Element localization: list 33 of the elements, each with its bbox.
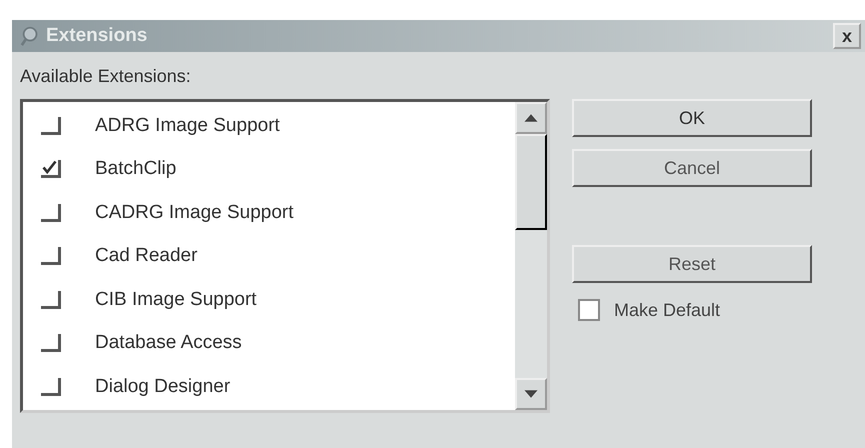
list-label: Available Extensions:	[20, 66, 192, 87]
close-button[interactable]: x	[833, 23, 861, 49]
scroll-down-icon[interactable]	[515, 378, 547, 410]
checkbox-icon[interactable]	[41, 247, 61, 266]
extension-name: Dialog Designer	[95, 376, 230, 398]
checkbox-icon[interactable]	[41, 378, 61, 396]
scroll-thumb[interactable]	[515, 134, 547, 230]
extension-name: Database Access	[95, 332, 242, 354]
dialog-button[interactable]: OK	[572, 99, 812, 137]
extension-item[interactable]: BatchClip	[41, 148, 515, 191]
checkbox[interactable]	[578, 299, 600, 321]
checkbox-icon[interactable]	[41, 204, 61, 222]
checkmark-icon[interactable]	[41, 160, 61, 178]
dialog-button[interactable]: Cancel	[572, 149, 812, 187]
extension-item[interactable]: Cad Reader	[41, 234, 515, 278]
extension-item[interactable]: CIB Image Support	[41, 278, 515, 322]
window-title: Extensions	[46, 25, 148, 47]
checkbox-icon[interactable]	[41, 116, 61, 135]
scrollbar[interactable]	[515, 102, 547, 410]
extension-name: CADRG Image Support	[95, 202, 294, 224]
extension-item[interactable]: CADRG Image Support	[41, 191, 515, 234]
scroll-up-icon[interactable]	[515, 102, 547, 134]
dialog-button[interactable]: Reset	[572, 245, 812, 283]
extension-item[interactable]: ADRG Image Support	[41, 104, 515, 148]
extension-name: Cad Reader	[95, 245, 198, 268]
extension-item[interactable]: Dialog Designer	[41, 365, 515, 408]
checkbox-label: Make Default	[614, 300, 720, 320]
extension-name: BatchClip	[95, 158, 176, 180]
checkbox-icon[interactable]	[41, 290, 61, 309]
checkbox-icon[interactable]	[41, 334, 61, 352]
extension-name: ADRG Image Support	[95, 114, 280, 137]
extension-item[interactable]: Database Access	[41, 322, 515, 365]
extension-name: CIB Image Support	[95, 288, 257, 311]
